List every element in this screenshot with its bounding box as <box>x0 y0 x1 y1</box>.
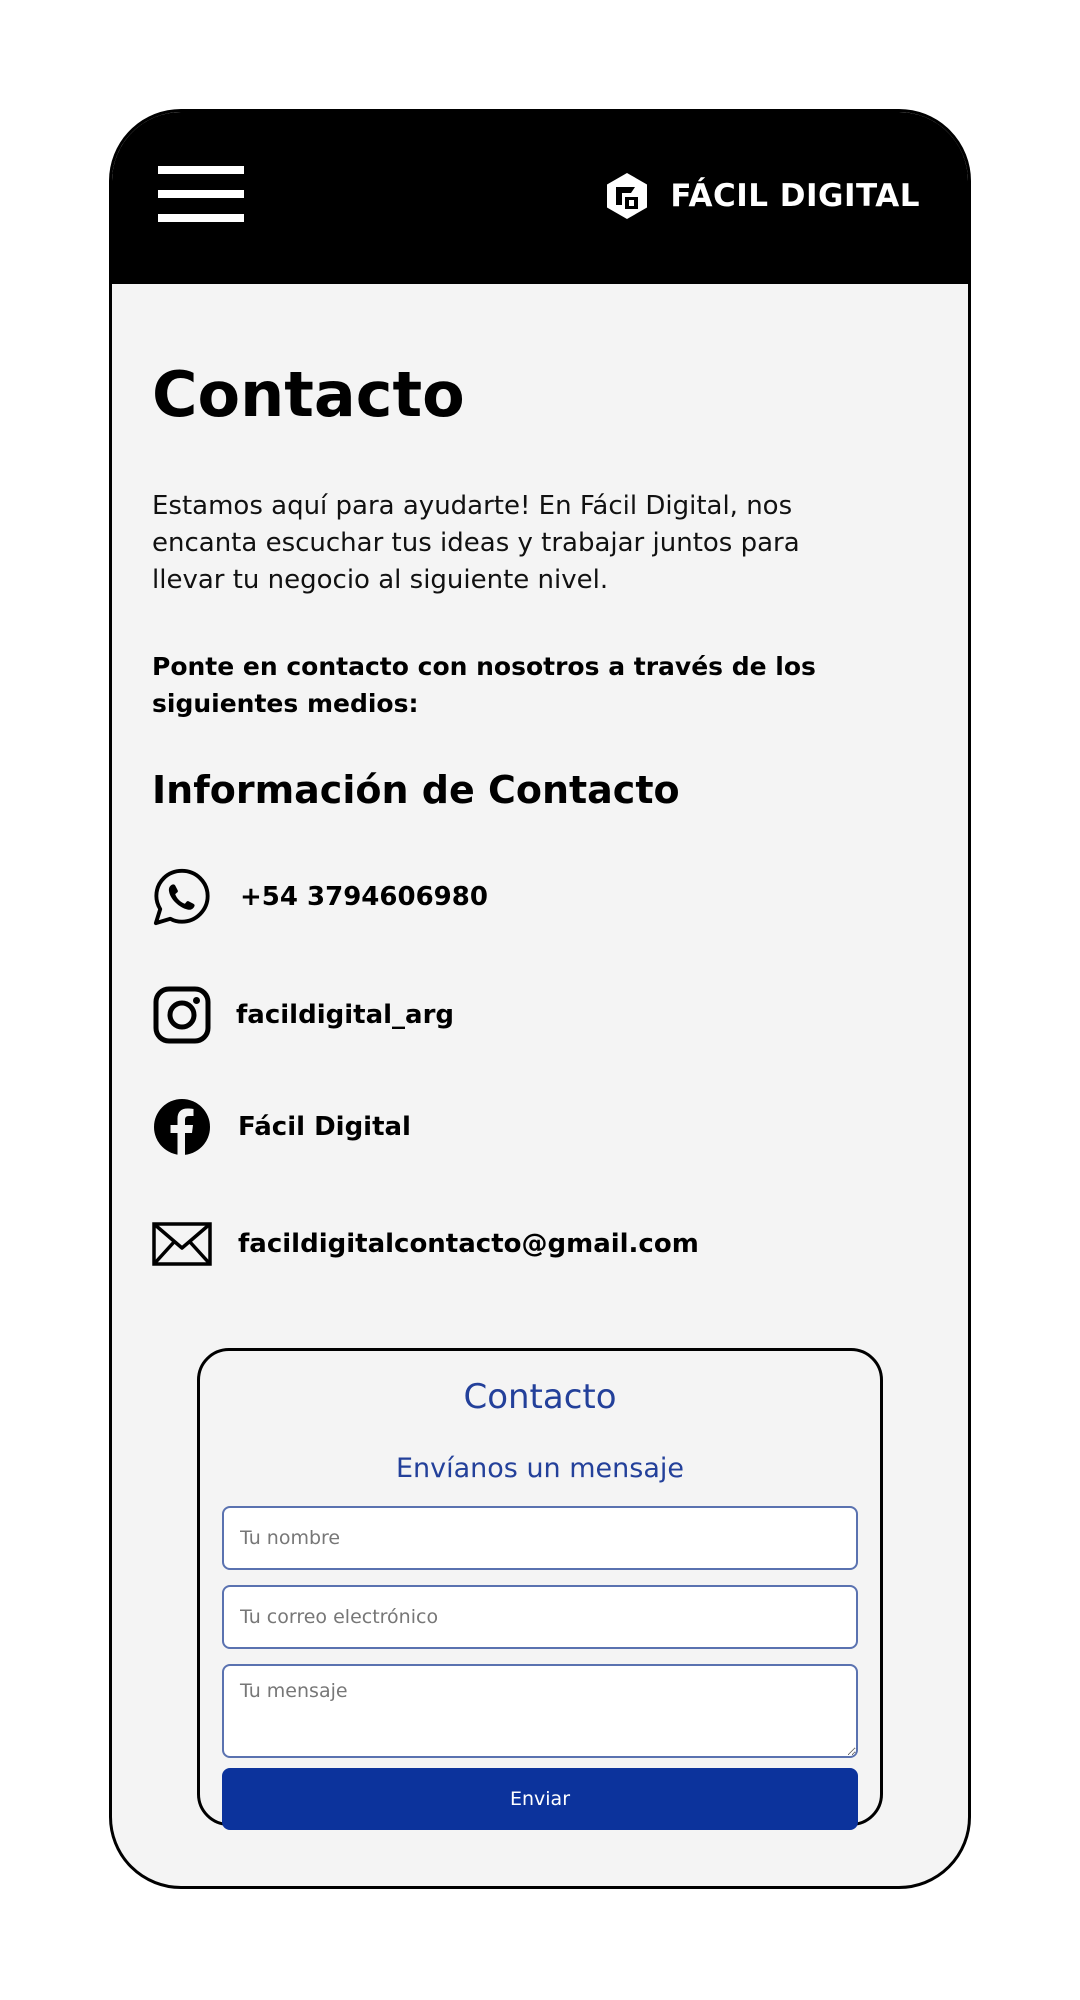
form-subtitle: Envíanos un mensaje <box>395 1453 685 1484</box>
contact-facebook[interactable]: Fácil Digital <box>152 1096 411 1158</box>
mail-icon <box>152 1214 212 1274</box>
facebook-icon <box>152 1097 212 1157</box>
phone-frame: FÁCIL DIGITAL Contacto Estamos aquí para… <box>109 109 971 1889</box>
page-title: Contacto <box>152 358 465 431</box>
hamburger-menu-icon[interactable] <box>158 166 244 222</box>
contact-whatsapp[interactable]: +54 3794606980 <box>152 866 488 928</box>
whatsapp-number: +54 3794606980 <box>240 882 488 912</box>
message-field[interactable] <box>222 1664 858 1758</box>
top-header: FÁCIL DIGITAL <box>112 112 968 284</box>
name-field[interactable] <box>222 1506 858 1570</box>
facil-digital-logo <box>607 173 648 219</box>
instagram-icon <box>152 985 212 1045</box>
brand-name: FÁCIL DIGITAL <box>670 178 920 214</box>
intro-text: Estamos aquí para ayudarte! En Fácil Dig… <box>152 491 800 595</box>
contact-form: Contacto Envíanos un mensaje Enviar <box>197 1348 883 1830</box>
email-field[interactable] <box>222 1585 858 1649</box>
brand[interactable]: FÁCIL DIGITAL <box>602 170 920 222</box>
instagram-handle: facildigital_arg <box>236 1000 455 1030</box>
contact-email[interactable]: facildigitalcontacto@gmail.com <box>152 1213 699 1275</box>
reach-out-text: Ponte en contacto con nosotros a través … <box>152 652 816 718</box>
form-title: Contacto <box>463 1377 617 1417</box>
whatsapp-icon <box>152 867 212 927</box>
contact-instagram[interactable]: facildigital_arg <box>152 984 454 1046</box>
facebook-page: Fácil Digital <box>238 1112 411 1142</box>
contact-info-heading: Información de Contacto <box>152 768 680 812</box>
email-address: facildigitalcontacto@gmail.com <box>238 1229 699 1259</box>
send-button[interactable]: Enviar <box>222 1768 858 1830</box>
